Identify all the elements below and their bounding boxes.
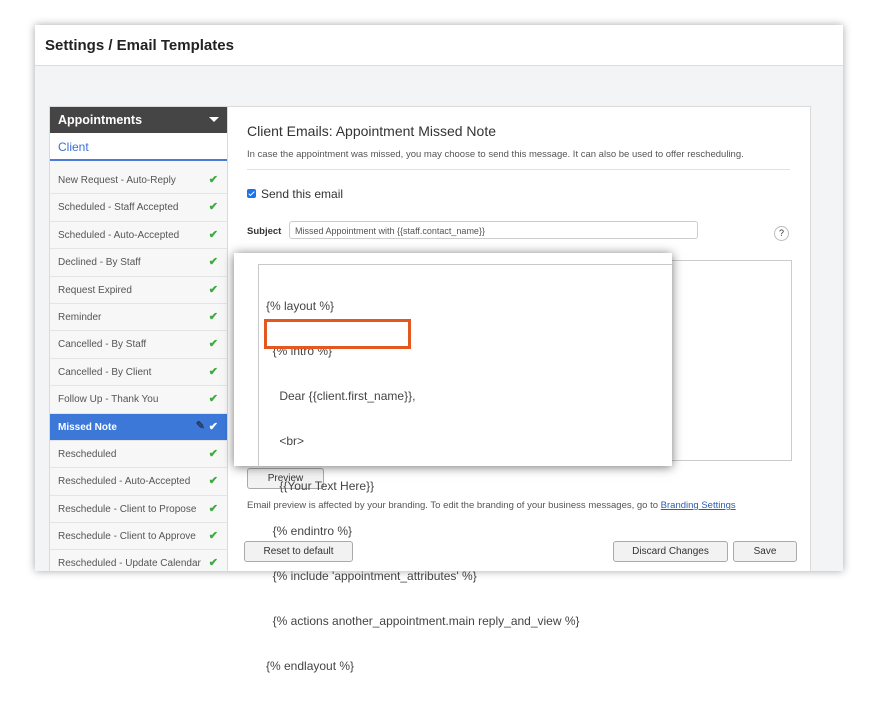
template-title: Client Emails: Appointment Missed Note <box>247 123 496 139</box>
top-bar: Settings / Email Templates <box>35 25 843 66</box>
check-icon: ✔ <box>208 256 218 269</box>
sidebar-item-request-expired[interactable]: Request Expired ✔ <box>50 277 227 304</box>
code-line: {% include 'appointment_attributes' %} <box>266 569 477 583</box>
check-icon: ✔ <box>208 201 218 214</box>
caret-down-icon <box>209 117 219 122</box>
sidebar-item-scheduled-staff[interactable]: Scheduled - Staff Accepted ✔ <box>50 194 227 222</box>
sidebar-item-declined[interactable]: Declined - By Staff ✔ <box>50 249 227 277</box>
check-icon: ✔ <box>208 502 218 515</box>
code-line: {% layout %} <box>266 299 335 313</box>
check-icon: ✔ <box>208 530 218 543</box>
help-icon[interactable]: ? <box>774 226 789 241</box>
sidebar-item-reschedule-approve[interactable]: Reschedule - Client to Approve ✔ <box>50 523 227 551</box>
send-email-row[interactable]: Send this email <box>247 187 343 201</box>
sidebar-item-reminder[interactable]: Reminder ✔ <box>50 304 227 332</box>
sidebar-header-label: Appointments <box>58 113 143 127</box>
subject-input[interactable]: Missed Appointment with {{staff.contact_… <box>289 221 698 239</box>
sidebar-item-rescheduled-calendar[interactable]: Rescheduled - Update Calendar ✔ <box>50 550 227 571</box>
sidebar-item-cancelled-client[interactable]: Cancelled - By Client ✔ <box>50 359 227 387</box>
sidebar-item-new-request[interactable]: New Request - Auto-Reply ✔ <box>50 167 227 195</box>
check-icon: ✔ <box>208 174 218 186</box>
your-text-highlight-box <box>264 319 411 349</box>
template-sidebar: Appointments Client New Request - Auto-R… <box>50 107 228 571</box>
sidebar-item-follow-up[interactable]: Follow Up - Thank You ✔ <box>50 386 227 414</box>
tab-client-label: Client <box>58 140 89 154</box>
code-line: Dear {{client.first_name}}, <box>266 389 416 403</box>
check-icon: ✔ <box>208 228 218 241</box>
sidebar-item-cancelled-staff[interactable]: Cancelled - By Staff ✔ <box>50 331 227 359</box>
sidebar-header-appointments[interactable]: Appointments <box>50 107 227 133</box>
page-title: Settings / Email Templates <box>45 37 234 54</box>
code-line: {% endintro %} <box>266 524 353 538</box>
code-line: {% actions another_appointment.main repl… <box>266 614 580 628</box>
subject-label: Subject <box>247 226 282 237</box>
code-line: {{Your Text Here}} <box>266 479 375 493</box>
sidebar-item-rescheduled-auto[interactable]: Rescheduled - Auto-Accepted ✔ <box>50 468 227 496</box>
sidebar-item-scheduled-auto[interactable]: Scheduled - Auto-Accepted ✔ <box>50 222 227 250</box>
check-icon: ✔ <box>208 475 218 488</box>
sidebar-item-reschedule-propose[interactable]: Reschedule - Client to Propose ✔ <box>50 496 227 524</box>
tab-client[interactable]: Client <box>50 133 227 161</box>
sidebar-item-missed-note[interactable]: Missed Note ✎ ✔ <box>50 413 227 441</box>
send-email-label: Send this email <box>261 187 344 201</box>
branding-settings-link[interactable]: Branding Settings <box>661 500 736 511</box>
code-line: {% endlayout %} <box>266 659 355 673</box>
check-icon: ✔ <box>208 557 218 570</box>
check-icon: ✔ <box>208 393 218 406</box>
check-icon: ✔ <box>208 338 218 351</box>
discard-changes-button[interactable]: Discard Changes <box>613 541 728 562</box>
send-email-checkbox[interactable] <box>247 189 256 199</box>
check-icon: ✔ <box>208 420 218 433</box>
code-editor-zoom: {% layout %} {% intro %} Dear {{client.f… <box>234 253 672 673</box>
check-icon: ✔ <box>208 310 218 323</box>
save-button[interactable]: Save <box>733 541 797 562</box>
code-line: <br> <box>266 434 305 448</box>
template-description: In case the appointment was missed, you … <box>247 149 744 160</box>
pencil-icon[interactable]: ✎ <box>196 419 205 432</box>
check-icon: ✔ <box>208 365 218 378</box>
sidebar-item-rescheduled[interactable]: Rescheduled ✔ <box>50 441 227 469</box>
divider <box>247 169 790 170</box>
check-icon: ✔ <box>208 283 218 296</box>
check-icon: ✔ <box>208 447 218 460</box>
template-list: New Request - Auto-Reply ✔ Scheduled - St… <box>50 167 227 571</box>
